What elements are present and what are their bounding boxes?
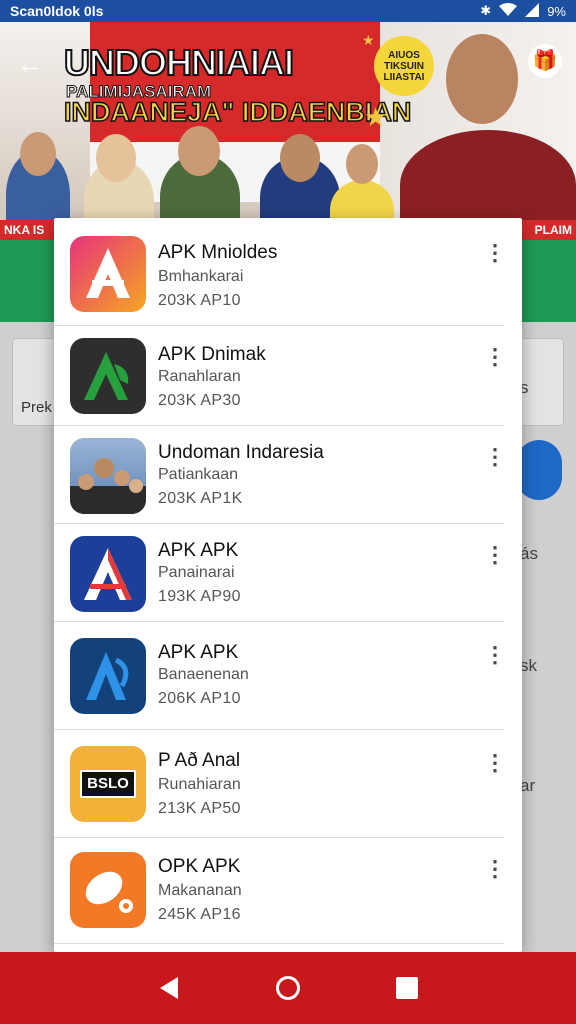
group-photo-icon <box>70 438 146 514</box>
app-meta: 245K AP16 <box>158 906 241 923</box>
app-subtitle: Panainarai <box>158 564 235 581</box>
gift-icon: 🎁 <box>532 50 558 72</box>
hero-title: UNDOHNIAIAI <box>63 41 295 84</box>
status-bar: Scan0ldok 0ls ✱ 9% <box>0 0 576 22</box>
app-subtitle: Ranahlaran <box>158 368 241 385</box>
background-card[interactable]: Prek <box>12 338 60 426</box>
person-head <box>280 134 320 182</box>
app-subtitle: Bmhankarai <box>158 268 244 285</box>
hero-subtitle-large: INDAANEJA" IDDAENBIAN <box>63 96 412 128</box>
star-icon: ★ <box>362 32 375 48</box>
background-text: ar <box>520 776 536 795</box>
more-options-button[interactable]: ⋮ <box>484 342 506 372</box>
app-earbud-icon <box>70 852 146 928</box>
nav-home-button[interactable] <box>268 968 308 1008</box>
bluetooth-icon: ✱ <box>480 3 492 18</box>
app-letter-a-green-icon <box>70 338 146 414</box>
wifi-icon <box>499 2 518 20</box>
circle-home-icon <box>275 976 300 1000</box>
navigation-bar <box>0 952 576 1024</box>
app-subtitle: Makananan <box>158 882 242 899</box>
app-title: OPK APK <box>158 856 241 877</box>
app-meta: 206K AP10 <box>158 690 241 707</box>
list-item[interactable]: APK Mnioldes Bmhankarai 203K AP10 ⋮ <box>54 218 522 326</box>
app-meta: 193K AP90 <box>158 588 241 605</box>
arrow-left-icon: ← <box>17 49 43 79</box>
app-title: APK APK <box>158 540 239 561</box>
more-options-button[interactable]: ⋮ <box>484 540 506 570</box>
more-options-button[interactable]: ⋮ <box>484 238 506 268</box>
background-app-icon[interactable] <box>516 440 562 500</box>
app-meta: 203K AP1K <box>158 490 243 507</box>
app-meta: 213K AP50 <box>158 800 241 817</box>
more-options-button[interactable]: ⋮ <box>484 854 506 884</box>
battery-level: 9% <box>547 3 566 19</box>
app-title: APK APK <box>158 642 239 663</box>
person-head <box>96 134 136 182</box>
triangle-back-icon <box>160 977 179 999</box>
person-head <box>20 132 56 176</box>
app-subtitle: Patiankaan <box>158 466 239 483</box>
more-options-button[interactable]: ⋮ <box>484 442 506 472</box>
app-letter-a-blue-icon <box>70 638 146 714</box>
background-text: ás <box>520 544 538 563</box>
person-head <box>346 144 378 184</box>
list-item[interactable]: OPK APK Makananan 245K AP16 ⋮ <box>54 838 522 944</box>
nav-recents-button[interactable] <box>387 968 427 1008</box>
badge-text: BSLO <box>87 775 129 792</box>
back-button[interactable]: ← <box>14 48 46 80</box>
app-list-popup: APK Mnioldes Bmhankarai 203K AP10 ⋮ APK … <box>54 218 522 952</box>
background-card-label: Prek <box>21 399 52 416</box>
app-title: APK Mnioldes <box>158 242 278 263</box>
hero-ribbon-left: NKA IS <box>0 220 60 240</box>
star-icon: ★ <box>364 102 388 132</box>
divider <box>54 943 504 944</box>
status-icons: ✱ 9% <box>480 2 566 20</box>
nav-back-button[interactable] <box>149 968 189 1008</box>
square-recents-icon <box>395 977 418 999</box>
app-title: APK Dnimak <box>158 344 266 365</box>
app-letter-a-gradient-icon <box>70 236 146 312</box>
gift-button[interactable]: 🎁 <box>528 44 562 78</box>
carrier-name: Scan0ldok 0ls <box>10 3 104 19</box>
more-options-button[interactable]: ⋮ <box>484 748 506 778</box>
hero-promo-bubble: AIUOS TIKSUIN LIIASTAI <box>374 36 434 96</box>
more-options-button[interactable]: ⋮ <box>484 640 506 670</box>
list-item[interactable]: BSLO P Að Anal Runahiaran 213K AP50 ⋮ <box>54 730 522 838</box>
person-head <box>178 126 220 176</box>
hero-banner[interactable]: UNDOHNIAIAI PALIMIJASAIRAM INDAANEJA" ID… <box>0 22 576 240</box>
badge-label: BSLO <box>80 770 136 798</box>
app-subtitle: Banaenenan <box>158 666 249 683</box>
app-meta: 203K AP10 <box>158 292 241 309</box>
person-head <box>446 34 518 124</box>
app-letter-a-red-icon <box>70 536 146 612</box>
app-subtitle: Runahiaran <box>158 776 241 793</box>
signal-icon <box>525 2 540 20</box>
app-title: Undoman Indaresia <box>158 442 324 463</box>
list-item[interactable]: APK Dnimak Ranahlaran 203K AP30 ⋮ <box>54 326 522 426</box>
list-item[interactable]: APK APK Panainarai 193K AP90 ⋮ <box>54 524 522 622</box>
app-meta: 203K AP30 <box>158 392 241 409</box>
app-badge-label-icon: BSLO <box>70 746 146 822</box>
list-item[interactable]: APK APK Banaenenan 206K AP10 ⋮ <box>54 622 522 730</box>
list-item[interactable]: Undoman Indaresia Patiankaan 203K AP1K ⋮ <box>54 426 522 524</box>
background-text: sk <box>520 656 537 675</box>
app-title: P Að Anal <box>158 750 241 771</box>
